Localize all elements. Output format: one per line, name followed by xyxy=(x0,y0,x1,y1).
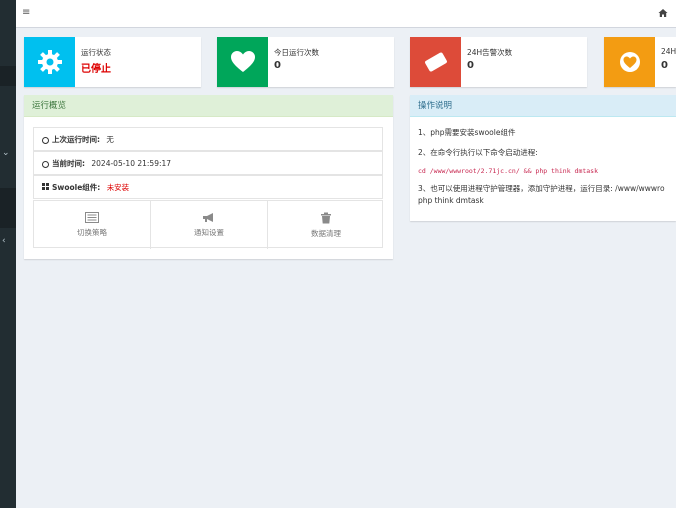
overview-panel: 运行概览 上次运行时间: 无 当前时间: 2024-05-10 21:59:17… xyxy=(24,95,393,259)
top-navbar: ≡ xyxy=(16,0,676,28)
bars-icon[interactable]: ≡ xyxy=(22,8,30,18)
action-buttons: 切换策略 通知设置 数据清理 xyxy=(33,200,384,249)
info-box-label: 24H xyxy=(661,47,676,56)
instruction-line-3: 3、也可以使用进程守护管理器，添加守护进程，运行目录: /www/wwwro xyxy=(418,184,665,193)
ticket-icon xyxy=(410,37,461,87)
swoole-label: Swoole组件: xyxy=(52,183,101,192)
instruction-line-3-cont: php think dmtask xyxy=(418,196,484,205)
home-icon[interactable] xyxy=(658,8,668,18)
sidebar-active-item[interactable] xyxy=(0,66,16,86)
info-box-status: 运行状态 已停止 xyxy=(24,37,201,87)
heart-icon xyxy=(217,37,268,87)
start-command: cd /www/wwwroot/2.71jc.cn/ && php think … xyxy=(418,167,599,175)
current-time-row: 当前时间: 2024-05-10 21:59:17 xyxy=(33,151,383,175)
notification-settings-label: 通知设置 xyxy=(194,228,224,237)
current-time-label: 当前时间: xyxy=(52,159,85,168)
info-box-value: 已停止 xyxy=(81,64,111,75)
grid-icon xyxy=(42,176,49,200)
info-box-value: 0 xyxy=(274,60,281,71)
swoole-value: 未安装 xyxy=(106,183,130,192)
last-run-label: 上次运行时间: xyxy=(52,135,100,144)
swoole-row: Swoole组件: 未安装 xyxy=(33,175,383,199)
instruction-line-2: 2、在命令行执行以下命令启动进程: xyxy=(418,148,538,157)
current-time-value: 2024-05-10 21:59:17 xyxy=(91,159,172,168)
info-box-label: 今日运行次数 xyxy=(274,48,319,57)
trash-icon xyxy=(321,212,331,224)
info-box-runs-today: 今日运行次数 0 xyxy=(217,37,394,87)
clock-icon xyxy=(42,136,49,144)
data-cleanup-button[interactable]: 数据清理 xyxy=(268,201,384,249)
sidebar-submenu[interactable] xyxy=(0,188,16,228)
info-box-value: 0 xyxy=(661,60,668,71)
switch-strategy-button[interactable]: 切换策略 xyxy=(34,201,151,249)
info-box-label: 24H告警次数 xyxy=(467,48,513,57)
heart-circle-icon xyxy=(604,37,655,87)
switch-strategy-label: 切换策略 xyxy=(77,228,107,237)
info-box-value: 0 xyxy=(467,60,474,71)
list-icon xyxy=(85,212,99,223)
overview-title: 运行概览 xyxy=(24,95,393,117)
chevron-left-icon[interactable]: ‹ xyxy=(2,236,6,246)
bullhorn-icon xyxy=(203,213,213,222)
instructions-title: 操作说明 xyxy=(410,95,676,117)
sidebar: ⌄ ‹ xyxy=(0,0,16,508)
gear-icon xyxy=(24,37,75,87)
info-box-label: 运行状态 xyxy=(81,48,111,57)
instruction-line-1: 1、php需要安装swoole组件 xyxy=(418,128,516,137)
info-box-24h: 24H 0 xyxy=(604,37,676,87)
info-box-alerts: 24H告警次数 0 xyxy=(410,37,587,87)
data-cleanup-label: 数据清理 xyxy=(311,229,341,238)
last-run-value: 无 xyxy=(106,135,114,144)
instructions-panel: 操作说明 1、php需要安装swoole组件 2、在命令行执行以下命令启动进程:… xyxy=(410,95,676,221)
last-run-row: 上次运行时间: 无 xyxy=(33,127,383,151)
notification-settings-button[interactable]: 通知设置 xyxy=(151,201,268,249)
clock-icon xyxy=(42,160,49,168)
chevron-down-icon[interactable]: ⌄ xyxy=(2,148,10,158)
